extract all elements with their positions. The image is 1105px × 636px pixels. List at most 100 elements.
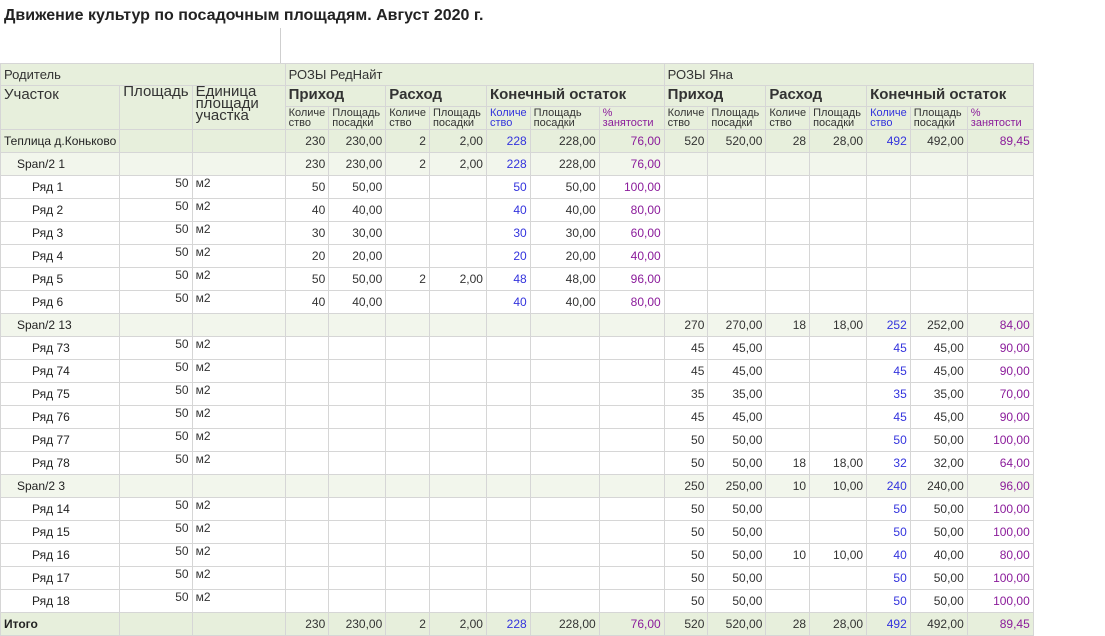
qty-cell: 50 — [663, 566, 709, 590]
area-cell: 520,00 — [707, 129, 767, 153]
qty-cell — [485, 543, 531, 567]
area-cell: 2,00 — [428, 267, 487, 291]
area-cell — [809, 152, 868, 176]
header-balance-0: Конечный остаток — [485, 85, 665, 107]
row-unit: м2 — [191, 290, 286, 314]
qty-cell: 520 — [663, 129, 709, 153]
qty-cell — [485, 566, 531, 590]
area-cell: 228,00 — [529, 152, 600, 176]
area-cell: 10,00 — [809, 474, 868, 498]
span-row: Span/2 3 250 250,00 10 10,00 240 240,00 96,00 — [0, 474, 1034, 498]
occupancy-cell — [598, 474, 665, 498]
row-size: 50 — [119, 497, 193, 521]
area-cell — [529, 566, 600, 590]
header-income-1: Приход — [663, 85, 767, 107]
area-cell: 50,00 — [328, 175, 387, 199]
row-size: 50 — [119, 359, 193, 383]
area-cell — [529, 313, 600, 337]
area-cell — [809, 520, 868, 544]
row-size: 50 — [119, 198, 193, 222]
header-size: Площадь — [119, 85, 193, 130]
header-group-0: РОЗЫ РедНайт — [284, 63, 665, 86]
row-size: 50 — [119, 290, 193, 314]
table-row: Ряд 75 50 м2 35 35,00 35 35,00 70,00 — [0, 382, 1034, 406]
qty-cell: 50 — [284, 175, 330, 199]
occupancy-cell — [966, 221, 1034, 245]
area-cell: 50,00 — [909, 428, 968, 452]
area-cell: 2,00 — [428, 129, 487, 153]
occupancy-cell — [966, 267, 1034, 291]
qty-cell — [284, 451, 330, 475]
qty-cell: 270 — [663, 313, 709, 337]
area-cell: 45,00 — [909, 336, 968, 360]
area-cell — [328, 589, 387, 613]
table-row: Ряд 17 50 м2 50 50,00 50 50,00 100,00 — [0, 566, 1034, 590]
qty-cell: 48 — [485, 267, 531, 291]
table-row: Ряд 18 50 м2 50 50,00 50 50,00 100,00 — [0, 589, 1034, 613]
qty-cell — [385, 451, 430, 475]
row-size: 50 — [119, 175, 193, 199]
occupancy-cell — [966, 290, 1034, 314]
qty-cell — [385, 175, 430, 199]
table-row: Ряд 74 50 м2 45 45,00 45 45,00 90,00 — [0, 359, 1034, 383]
occupancy-cell: 90,00 — [966, 359, 1034, 383]
occupancy-cell: 70,00 — [966, 382, 1034, 406]
qty-cell — [765, 497, 811, 521]
area-cell — [328, 474, 387, 498]
col-area: Площадь посадки — [707, 106, 767, 130]
qty-cell — [485, 336, 531, 360]
qty-cell: 228 — [485, 152, 531, 176]
occupancy-cell: 89,45 — [966, 612, 1034, 636]
qty-cell — [385, 290, 430, 314]
qty-cell: 30 — [485, 221, 531, 245]
occupancy-cell: 80,00 — [598, 198, 665, 222]
area-cell — [529, 474, 600, 498]
area-cell: 40,00 — [909, 543, 968, 567]
row-size: 50 — [119, 428, 193, 452]
area-cell — [428, 566, 487, 590]
occupancy-cell — [598, 497, 665, 521]
area-cell: 492,00 — [909, 612, 968, 636]
row-unit: м2 — [191, 520, 286, 544]
area-cell: 50,00 — [707, 543, 767, 567]
qty-cell — [284, 336, 330, 360]
row-label: Теплица д.Коньково — [0, 129, 121, 153]
occupancy-cell: 100,00 — [598, 175, 665, 199]
area-cell — [428, 520, 487, 544]
qty-cell — [866, 198, 911, 222]
area-cell: 50,00 — [707, 589, 767, 613]
occupancy-cell — [598, 566, 665, 590]
qty-cell — [866, 175, 911, 199]
qty-cell — [663, 175, 709, 199]
qty-cell — [765, 198, 811, 222]
area-cell — [428, 198, 487, 222]
qty-cell — [765, 589, 811, 613]
row-unit: м2 — [191, 451, 286, 475]
occupancy-cell: 76,00 — [598, 612, 665, 636]
area-cell — [428, 428, 487, 452]
qty-cell — [866, 267, 911, 291]
qty-cell — [284, 497, 330, 521]
area-cell — [328, 451, 387, 475]
row-size: 50 — [119, 267, 193, 291]
row-label: Ряд 1 — [0, 175, 121, 199]
occupancy-cell — [598, 313, 665, 337]
row-label: Итого — [0, 612, 121, 636]
row-unit — [191, 474, 286, 498]
qty-cell: 50 — [485, 175, 531, 199]
qty-cell — [485, 359, 531, 383]
qty-cell — [765, 336, 811, 360]
total-row: Итого 230 230,00 2 2,00 228 228,00 76,00 520 520,… — [0, 612, 1034, 636]
area-cell — [707, 267, 767, 291]
qty-cell — [284, 589, 330, 613]
table-row: Ряд 15 50 м2 50 50,00 50 50,00 100,00 — [0, 520, 1034, 544]
qty-cell: 40 — [284, 198, 330, 222]
occupancy-cell: 96,00 — [598, 267, 665, 291]
area-cell — [707, 221, 767, 245]
row-unit — [191, 152, 286, 176]
area-cell — [707, 152, 767, 176]
header-row-groups: Родитель РОЗЫ РедНайт РОЗЫ Яна — [0, 63, 1034, 86]
area-cell — [529, 497, 600, 521]
qty-cell: 35 — [866, 382, 911, 406]
row-label: Ряд 4 — [0, 244, 121, 268]
